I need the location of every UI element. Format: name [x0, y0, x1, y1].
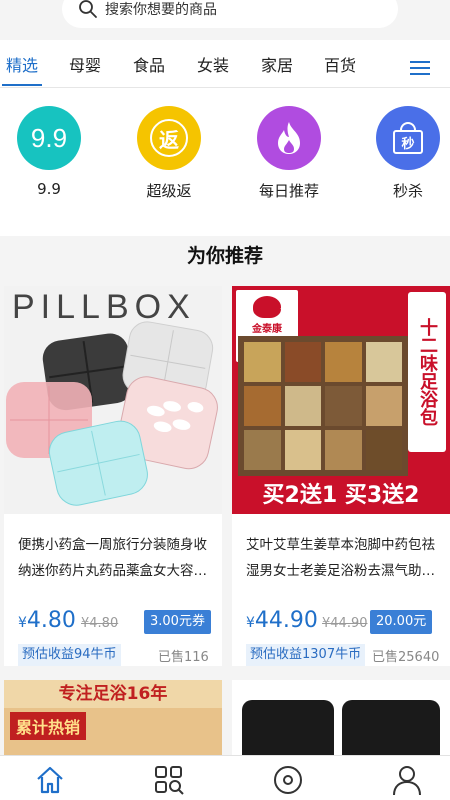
bottom-navigation: [0, 755, 450, 800]
original-price: ¥44.90: [322, 616, 368, 631]
category-daily-recommend[interactable]: 每日推荐: [249, 106, 329, 201]
tab-baby[interactable]: 母婴: [69, 52, 101, 76]
category-flash-sale[interactable]: 秒 秒杀: [368, 106, 448, 201]
category-label: 秒杀: [392, 182, 423, 200]
category-tabs: 精选 母婴 食品 女装 家居 百货: [0, 40, 450, 88]
earnings-badge: 预估收益94牛币: [18, 644, 121, 666]
category-icons: 9.9 9.9 返 超级返 每日推荐 秒 秒杀: [0, 88, 450, 236]
active-tab-indicator: [2, 84, 42, 86]
product-title: 艾叶艾草生姜草本泡脚中药包祛湿男女士老姜足浴粉去濕气助…: [246, 537, 435, 579]
flame-icon: [257, 106, 321, 170]
search-placeholder: 搜索你想要的商品: [105, 2, 217, 18]
product-price: ¥44.90: [246, 608, 318, 633]
jar-image: [242, 700, 334, 760]
category-label: 9.9: [37, 180, 61, 198]
category-label: 每日推荐: [258, 182, 319, 200]
tab-womens-clothing[interactable]: 女装: [197, 52, 229, 76]
search-box[interactable]: 搜索你想要的商品: [62, 0, 398, 28]
section-title: 为你推荐: [186, 245, 263, 267]
tab-featured[interactable]: 精选: [6, 52, 38, 76]
pillbox-illustration: [6, 321, 218, 506]
search-area: 搜索你想要的商品: [0, 0, 450, 40]
product-title: 便携小药盒一周旅行分装随身收纳迷你药片丸药品薬盒女大容…: [18, 537, 207, 579]
product-card-partial[interactable]: 专注足浴16年 累计热销: [4, 680, 222, 760]
category-9-9[interactable]: 9.9 9.9: [9, 106, 89, 198]
shopping-bag-icon: 秒: [376, 106, 440, 170]
jar-image: [342, 700, 440, 760]
image-product-name: 十二味足浴包: [408, 292, 446, 452]
category-label: 超级返: [146, 182, 192, 200]
menu-icon[interactable]: [408, 59, 432, 77]
coupon-badge[interactable]: 20.00元: [370, 610, 433, 634]
category-super-rebate[interactable]: 返 超级返: [129, 106, 209, 201]
product-card-partial[interactable]: [232, 680, 450, 760]
tab-home[interactable]: 家居: [261, 52, 293, 76]
product-card[interactable]: PILLBOX 便携小药盒一周旅行分装随身收纳迷你药片丸药品薬盒女大容… ¥4.…: [4, 286, 222, 666]
banner-text: 专注足浴16年: [4, 680, 222, 708]
category-search-icon[interactable]: [153, 764, 185, 796]
sold-count: 已售25640: [372, 650, 440, 665]
product-image: 金泰康 专注足浴16年 十二味足浴包 买2送1 买3送2: [232, 286, 450, 514]
rebate-icon: 返: [137, 106, 201, 170]
coupon-badge[interactable]: 3.00元券: [144, 610, 211, 634]
original-price: ¥4.80: [81, 616, 119, 631]
product-price: ¥4.80: [18, 608, 76, 633]
compass-icon[interactable]: [272, 764, 304, 796]
home-icon[interactable]: [34, 764, 66, 796]
tab-food[interactable]: 食品: [133, 52, 165, 76]
herb-grid-illustration: [238, 336, 408, 476]
banner-subtext: 累计热销: [10, 712, 87, 740]
user-icon[interactable]: [391, 764, 423, 796]
app-page: 搜索你想要的商品 精选 母婴 食品 女装 家居 百货 9.9 9.9 返 超级返…: [0, 0, 450, 800]
earnings-badge: 预估收益1307牛币: [246, 644, 366, 666]
tab-general-merchandise[interactable]: 百货: [324, 52, 356, 76]
product-card[interactable]: 金泰康 专注足浴16年 十二味足浴包 买2送1 买3送2 艾叶艾草生姜草本泡脚中…: [232, 286, 450, 666]
promo-banner: 买2送1 买3送2: [232, 478, 450, 514]
search-icon: [79, 0, 97, 18]
sold-count: 已售116: [158, 650, 209, 665]
price-tag-icon: 9.9: [17, 106, 81, 170]
product-image: PILLBOX: [4, 286, 222, 514]
